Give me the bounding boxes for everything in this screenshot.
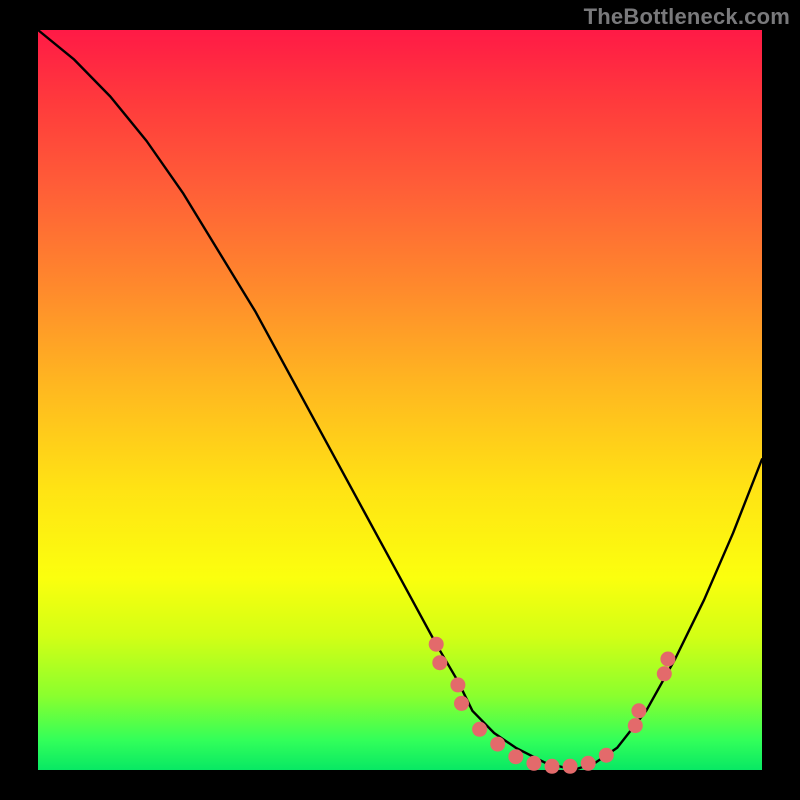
curve-marker [660,652,675,667]
curve-marker [599,748,614,763]
curve-marker [581,756,596,771]
curve-marker [454,696,469,711]
curve-marker [657,666,672,681]
curve-marker [429,637,444,652]
curve-marker [508,749,523,764]
curve-marker [563,759,578,774]
curve-marker [631,703,646,718]
curve-marker [628,718,643,733]
bottleneck-curve [38,30,762,770]
curve-marker [545,759,560,774]
chart-frame: TheBottleneck.com [0,0,800,800]
curve-layer [38,30,762,770]
curve-marker [472,722,487,737]
curve-marker [526,756,541,771]
curve-markers [429,637,676,774]
curve-marker [490,737,505,752]
curve-marker [450,677,465,692]
curve-marker [432,655,447,670]
plot-area [38,30,762,770]
watermark-text: TheBottleneck.com [584,4,790,30]
